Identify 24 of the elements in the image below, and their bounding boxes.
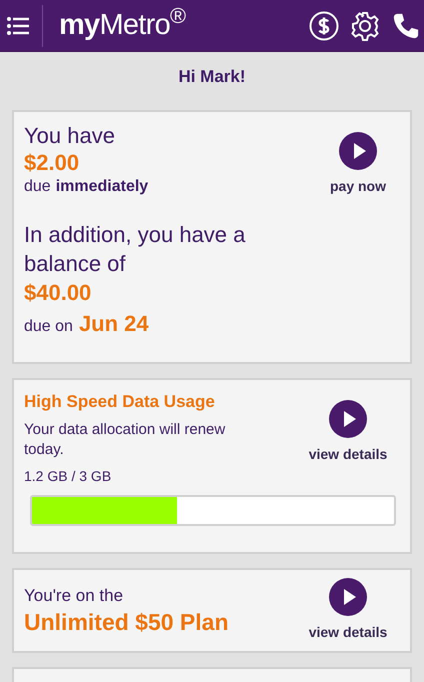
play-icon bbox=[339, 132, 377, 170]
due-when: immediately bbox=[56, 177, 148, 197]
due-date: Jun 24 bbox=[78, 310, 149, 338]
settings-icon[interactable] bbox=[350, 10, 380, 40]
dollar-icon[interactable] bbox=[309, 10, 339, 40]
play-icon bbox=[329, 578, 367, 616]
card-text: You're on the bbox=[24, 584, 124, 606]
card-text: You have bbox=[24, 122, 116, 149]
due-label: due bbox=[24, 177, 51, 197]
menu-icon[interactable] bbox=[7, 16, 29, 34]
play-button[interactable]: pay now bbox=[310, 132, 406, 197]
card-text: In addition, you have a balance of bbox=[24, 221, 246, 278]
usage-text: 1.2 GB / 3 GB bbox=[24, 467, 112, 486]
card-title: High Speed Data Usage bbox=[24, 391, 216, 413]
balance-amount: $40.00 bbox=[24, 279, 92, 307]
amount-due: $2.00 bbox=[24, 149, 80, 176]
play-button[interactable]: view details bbox=[300, 400, 396, 465]
play-button[interactable]: view details bbox=[300, 578, 396, 643]
plan-name: Unlimited $50 Plan bbox=[24, 608, 230, 636]
card-text: Your data allocation will renew today. bbox=[24, 420, 226, 460]
due-label: due on bbox=[24, 317, 73, 337]
greeting-text: Hi Mark! bbox=[178, 66, 246, 88]
phone-icon[interactable] bbox=[392, 12, 420, 40]
play-icon bbox=[329, 400, 367, 438]
